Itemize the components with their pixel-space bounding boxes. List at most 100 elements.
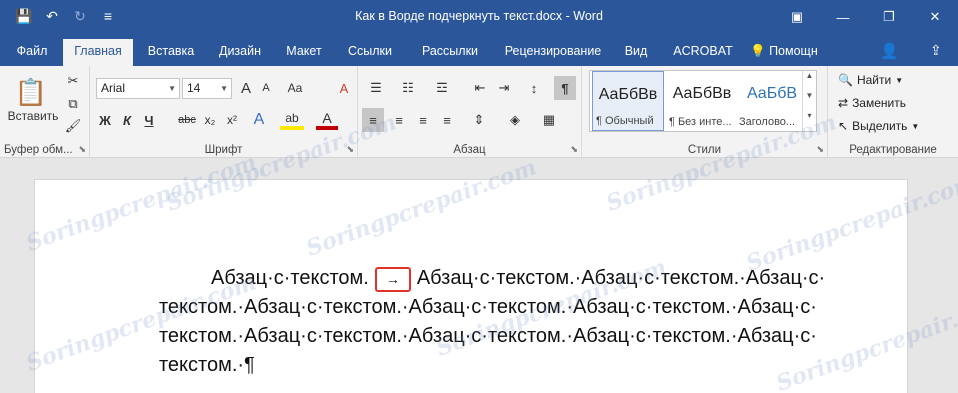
text-effects-button[interactable]: A (248, 110, 270, 130)
styles-group-label: Стили (687, 144, 722, 156)
strikethrough-button[interactable]: abc (176, 110, 198, 130)
sort-icon[interactable]: ↕ (524, 78, 544, 98)
style-heading-1[interactable]: АаБбВ Заголово... (736, 71, 808, 131)
format-painter-icon[interactable]: 🖌 (64, 117, 82, 135)
customize-qat-icon[interactable]: ≡ (98, 6, 118, 26)
italic-button[interactable]: К (118, 110, 136, 130)
align-left-icon[interactable]: ≡ (362, 108, 384, 132)
paragraph[interactable]: Абзац·с·текстом. → Абзац·с·текстом.·Абзац·… (159, 264, 849, 380)
change-case-button[interactable]: Aa (282, 78, 308, 98)
ribbon-display-options-icon[interactable]: ▣ (774, 0, 820, 34)
paragraph-text: Абзац·с·текстом. (211, 267, 369, 289)
decrease-indent-icon[interactable]: ⇤ (470, 78, 490, 98)
bullets-icon[interactable]: ☰ (364, 78, 388, 98)
superscript-button[interactable]: x² (222, 110, 242, 130)
window-controls: ▣ — ❐ ✕ (774, 0, 958, 34)
dialog-launcher-icon[interactable]: ⬊ (816, 144, 824, 155)
close-button[interactable]: ✕ (912, 0, 958, 34)
chevron-down-icon: ▼ (895, 75, 904, 85)
style-name: ¶ Без инте... (669, 116, 732, 128)
clear-formatting-button[interactable]: A (334, 78, 354, 98)
title-bar: 💾 ↶ ↻ ≡ Как в Ворде подчеркнуть текст.do… (0, 0, 958, 34)
shading-icon[interactable]: ◈ (504, 108, 526, 132)
font-name-combo[interactable]: Arial ▼ (96, 78, 180, 99)
styles-scrollbar[interactable]: ▲ ▼ ▾ (802, 71, 816, 131)
shrink-font-button[interactable]: A (256, 78, 276, 98)
subscript-button[interactable]: x₂ (200, 110, 220, 130)
dialog-launcher-icon[interactable]: ⬊ (346, 144, 354, 155)
style-no-spacing[interactable]: АаБбВв ¶ Без инте... (666, 71, 738, 131)
borders-icon[interactable]: ▦ (538, 108, 560, 132)
font-color-button[interactable]: A (316, 110, 338, 130)
editing-group-label: Редактирование (849, 144, 937, 156)
multilevel-list-icon[interactable]: ☲ (430, 78, 454, 98)
font-name-value: Arial (101, 81, 126, 95)
tab-view[interactable]: Вид (618, 39, 654, 66)
highlight-button[interactable]: ab (280, 110, 304, 130)
align-center-icon[interactable]: ≡ (388, 108, 410, 132)
paste-button-label[interactable]: Вставить (4, 108, 62, 124)
lightbulb-icon: 💡 (750, 44, 766, 58)
text-line: текстом.·Абзац·с·текстом.·Абзац·с·тексто… (159, 325, 817, 347)
font-size-combo[interactable]: 14 ▼ (182, 78, 232, 99)
dialog-launcher-icon[interactable]: ⬊ (78, 144, 86, 155)
show-formatting-marks-button[interactable]: ¶ (554, 76, 576, 100)
line-spacing-icon[interactable]: ⇕ (468, 108, 490, 132)
undo-icon[interactable]: ↶ (42, 6, 62, 26)
copy-icon[interactable]: ⧉ (64, 95, 82, 113)
document-page[interactable]: Абзац·с·текстом. → Абзац·с·текстом.·Абзац·… (34, 179, 908, 393)
align-right-icon[interactable]: ≡ (412, 108, 434, 132)
replace-label: Заменить (852, 96, 906, 110)
quick-access-toolbar: 💾 ↶ ↻ ≡ (14, 6, 118, 26)
replace-button[interactable]: ⇄ Заменить (838, 96, 906, 110)
tab-review[interactable]: Рецензирование (500, 39, 606, 66)
cut-icon[interactable]: ✂ (64, 72, 82, 90)
style-normal[interactable]: АаБбВв ¶ Обычный (592, 71, 664, 131)
redo-icon[interactable]: ↻ (70, 6, 90, 26)
ribbon: 📋 Вставить ✂ ⧉ 🖌 Буфер обм... ⬊ Arial ▼ … (0, 66, 958, 158)
font-group: Arial ▼ 14 ▼ A A Aa A Ж К Ч abc x₂ x² A … (90, 66, 358, 158)
restore-button[interactable]: ❐ (866, 0, 912, 34)
cursor-icon: ↖ (838, 119, 849, 133)
tab-insert[interactable]: Вставка (140, 39, 202, 66)
underline-button[interactable]: Ч (140, 110, 158, 130)
tab-design[interactable]: Дизайн (212, 39, 268, 66)
paste-icon[interactable]: 📋 (14, 74, 48, 110)
tell-me-box[interactable]: 💡 Помощн (750, 39, 818, 63)
style-sample: АаБбВв (672, 85, 732, 102)
clipboard-group-label: Буфер обм... (4, 144, 73, 156)
increase-indent-icon[interactable]: ⇥ (494, 78, 514, 98)
paragraph-text: Абзац·с·текстом.·Абзац·с·текстом.·Абзац·… (416, 267, 826, 289)
save-icon[interactable]: 💾 (14, 6, 34, 26)
paragraph-group: ☰ ☷ ☲ ⇤ ⇥ ↕ ¶ ≡ ≡ ≡ ≡ ⇕ ◈ ▦ Абзац ⬊ (358, 66, 582, 158)
chevron-up-icon[interactable]: ▲ (803, 71, 816, 91)
grow-font-button[interactable]: A (236, 78, 256, 98)
minimize-button[interactable]: — (820, 0, 866, 34)
chevron-down-icon[interactable]: ▼ (803, 91, 816, 111)
style-sample: АаБбВв (598, 86, 658, 103)
share-icon[interactable]: ⇪ (930, 42, 942, 59)
find-label: Найти (856, 73, 892, 87)
tab-home[interactable]: Главная (63, 39, 133, 66)
select-label: Выделить (852, 119, 908, 133)
search-icon: 🔍 (838, 73, 853, 87)
style-sample: АаБбВ (746, 85, 798, 102)
clipboard-group: 📋 Вставить ✂ ⧉ 🖌 Буфер обм... ⬊ (0, 66, 90, 158)
font-group-label: Шрифт (204, 144, 243, 156)
select-button[interactable]: ↖ Выделить ▼ (838, 119, 919, 133)
tab-references[interactable]: Ссылки (342, 39, 398, 66)
user-icon[interactable]: 👤 (880, 42, 899, 60)
tell-me-label: Помощн (769, 44, 818, 58)
dialog-launcher-icon[interactable]: ⬊ (570, 144, 578, 155)
tab-file[interactable]: Файл (6, 39, 58, 66)
numbering-icon[interactable]: ☷ (396, 78, 420, 98)
justify-icon[interactable]: ≡ (436, 108, 458, 132)
more-styles-icon[interactable]: ▾ (803, 111, 816, 131)
find-button[interactable]: 🔍 Найти ▼ (838, 73, 903, 87)
paragraph-group-label: Абзац (453, 144, 486, 156)
tab-mailings[interactable]: Рассылки (414, 39, 486, 66)
style-name: ¶ Обычный (596, 115, 654, 127)
tab-acrobat[interactable]: ACROBAT (668, 39, 738, 66)
bold-button[interactable]: Ж (96, 110, 114, 130)
tab-layout[interactable]: Макет (278, 39, 330, 66)
